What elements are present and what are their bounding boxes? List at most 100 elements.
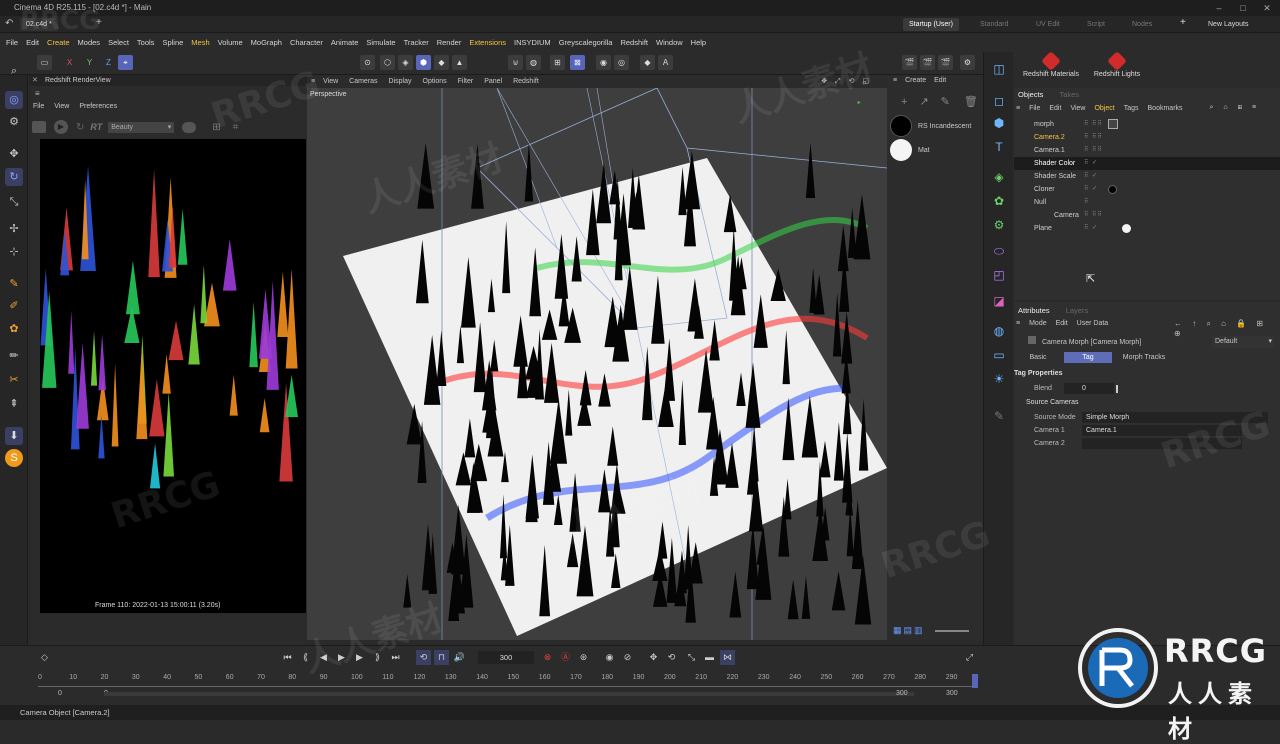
field-icon[interactable]: ◰ — [990, 266, 1008, 284]
pla-key-icon[interactable]: ⋈ — [720, 650, 735, 665]
crop-icon[interactable]: ⌗ — [233, 122, 239, 133]
viewport-menu-view[interactable]: View — [323, 78, 338, 85]
brush-icon[interactable]: ✏ — [5, 347, 23, 365]
camera-target-icon[interactable]: ◎ — [614, 55, 629, 70]
globe-icon[interactable]: ◍ — [990, 322, 1008, 340]
redshift-materials-button[interactable]: Redshift Materials — [1018, 51, 1084, 78]
generator-icon[interactable]: ◈ — [990, 168, 1008, 186]
range-start-field[interactable]: 0 — [40, 689, 90, 699]
knife-icon[interactable]: ✂ — [5, 371, 23, 389]
uv-mode-icon[interactable]: ◆ — [434, 55, 449, 70]
menu-extensions[interactable]: Extensions — [469, 38, 506, 47]
spline-pen-icon[interactable]: ✎ — [5, 275, 23, 293]
rotation-key-icon[interactable]: ⊘ — [620, 650, 635, 665]
coordinate-system-icon[interactable]: ⌖ — [118, 55, 133, 70]
layout-tab-startup[interactable]: Startup (User) — [903, 18, 959, 31]
viewport-menu-options[interactable]: Options — [423, 78, 447, 85]
scale-key-icon[interactable]: ⤡ — [684, 650, 699, 665]
viewport-menu-icon[interactable]: ≡ — [311, 78, 315, 85]
paint-icon[interactable]: ✿ — [5, 320, 23, 338]
object-visibility-icons[interactable]: ⠿ — [1084, 196, 1089, 209]
autokey-icon[interactable]: Ⓐ — [558, 650, 573, 665]
renderview-close-icon[interactable]: ✕ — [32, 75, 38, 86]
text-icon[interactable]: T — [990, 138, 1008, 156]
object-visibility-icons[interactable]: ⠿ ✓ — [1084, 222, 1098, 235]
object-row-morph[interactable]: morph ⠿ ⠿⠿ — [1014, 118, 1280, 131]
render-start-icon[interactable]: ▶ — [54, 120, 68, 134]
renderview-menu-file[interactable]: File — [33, 103, 44, 110]
maximize-button[interactable]: □ — [1230, 0, 1256, 16]
settings-icon[interactable]: ⚙ — [5, 113, 23, 131]
render-region-icon[interactable]: ▭ — [37, 55, 52, 70]
points-mode-icon[interactable]: ⬡ — [380, 55, 395, 70]
object-visibility-icons[interactable]: ⠿ ⠿⠿ — [1084, 209, 1103, 222]
undo-icon[interactable]: ↶ — [5, 18, 13, 29]
goto-start-icon[interactable]: ⏮ — [280, 650, 295, 665]
menu-tools[interactable]: Tools — [137, 38, 155, 47]
redshift-s-icon[interactable]: S — [5, 449, 23, 467]
close-button[interactable]: ✕ — [1254, 0, 1280, 16]
renderview-menu-view[interactable]: View — [54, 103, 69, 110]
menu-redshift[interactable]: Redshift — [620, 38, 648, 47]
material-menu-create[interactable]: Create — [905, 77, 926, 84]
viewport-menu-filter[interactable]: Filter — [458, 78, 474, 85]
object-row-camera[interactable]: Camera ⠿ ⠿⠿ — [1014, 209, 1280, 222]
subtab-tag[interactable]: Tag — [1064, 352, 1112, 363]
blend-slider[interactable] — [1116, 385, 1118, 393]
loop-icon[interactable]: ⟲ — [416, 650, 431, 665]
menu-select[interactable]: Select — [108, 38, 129, 47]
light-icon[interactable]: ☀ — [990, 370, 1008, 388]
object-menu-icon[interactable]: ≡ — [1016, 105, 1020, 112]
add-layout-icon[interactable]: + — [1180, 17, 1186, 28]
range-bar[interactable] — [104, 692, 914, 696]
playhead[interactable] — [972, 674, 978, 688]
effector-icon[interactable]: ⚙ — [990, 216, 1008, 234]
deformer-icon[interactable]: ⬭ — [990, 242, 1008, 260]
redshift-lights-button[interactable]: Redshift Lights — [1084, 51, 1150, 78]
move-key-icon[interactable]: ✥ — [646, 650, 661, 665]
render-active-icon[interactable]: 🎬 — [902, 55, 917, 70]
snapshot-icon[interactable] — [32, 121, 46, 133]
axis-z-button[interactable]: Z — [101, 55, 116, 70]
menu-animate[interactable]: Animate — [331, 38, 359, 47]
camera-2-link[interactable] — [1082, 438, 1242, 449]
object-visibility-icons[interactable]: ⠿ ✓ — [1084, 183, 1098, 196]
subtab-basic[interactable]: Basic — [1014, 352, 1062, 363]
object-menu-bookmarks[interactable]: Bookmarks — [1148, 105, 1183, 112]
viewport-nav-icons[interactable]: ✥ ⤢ ⟲ ◱ — [821, 77, 872, 86]
menu-mograph[interactable]: MoGraph — [251, 38, 282, 47]
axis-y-button[interactable]: Y — [82, 55, 97, 70]
preset-select[interactable]: Default ▾ — [1212, 336, 1274, 348]
object-row-plane[interactable]: Plane ⠿ ✓ — [1014, 222, 1280, 235]
attribute-menu-mode[interactable]: Mode — [1029, 320, 1047, 327]
object-menu-file[interactable]: File — [1029, 105, 1040, 112]
menu-tracker[interactable]: Tracker — [404, 38, 429, 47]
color-mode-icon[interactable] — [182, 121, 197, 133]
lock-icon[interactable]: ◉ — [596, 55, 611, 70]
range-end-field-2[interactable]: 300 — [946, 689, 958, 699]
sound-icon[interactable]: 🔊 — [452, 650, 467, 665]
subtab-morph-tracks[interactable]: Morph Tracks — [1114, 352, 1174, 363]
menu-simulate[interactable]: Simulate — [366, 38, 395, 47]
next-frame-icon[interactable]: ▶ — [352, 650, 367, 665]
material-item[interactable]: Mat — [890, 139, 980, 163]
mograph-icon[interactable]: ✿ — [990, 192, 1008, 210]
range-end-field[interactable]: 300 — [896, 689, 908, 699]
spline-deformer-icon[interactable]: ◪ — [990, 292, 1008, 310]
object-row-camera-1[interactable]: Camera.1 ⠿ ⠿⠿ — [1014, 144, 1280, 157]
attribute-menu-icon[interactable]: ≡ — [1016, 320, 1020, 327]
object-row-shader-scale[interactable]: Shader Scale ⠿ ✓ — [1014, 170, 1280, 183]
refresh-icon[interactable]: ↻ — [76, 122, 84, 133]
viewport-menu-redshift[interactable]: Redshift — [513, 78, 539, 85]
object-menu-view[interactable]: View — [1070, 105, 1085, 112]
primitive-icon[interactable]: ⬢ — [990, 114, 1008, 132]
menu-insydium[interactable]: INSYDIUM — [514, 38, 551, 47]
material-picker-icon[interactable]: ✎ — [941, 95, 950, 108]
soft-selection-icon[interactable]: ◍ — [526, 55, 541, 70]
document-tab[interactable]: 02.c4d * — [20, 18, 58, 31]
view-mode-icons[interactable]: ▦▤▥ — [893, 625, 925, 636]
extrude-icon[interactable]: ⇞ — [5, 395, 23, 413]
menu-edit[interactable]: Edit — [26, 38, 39, 47]
blend-field[interactable]: 0 — [1064, 383, 1114, 394]
rotate-tool-icon[interactable]: ↻ — [5, 168, 23, 186]
